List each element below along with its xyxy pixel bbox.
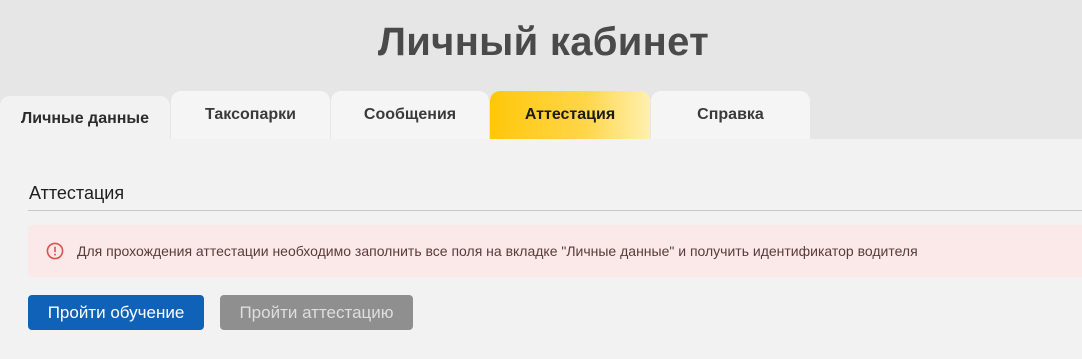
error-alert: Для прохождения аттестации необходимо за… [28,225,1082,277]
tab-taxi-parks[interactable]: Таксопарки [171,91,330,139]
tab-messages[interactable]: Сообщения [331,91,489,139]
tab-attestation[interactable]: Аттестация [490,91,650,139]
tab-label: Справка [697,106,764,123]
tab-label: Аттестация [524,106,616,123]
page-title: Личный кабинет [377,20,710,64]
section-divider [28,210,1082,211]
tab-label: Таксопарки [205,106,296,123]
error-circle-icon [46,242,64,260]
start-attestation-button[interactable]: Пройти аттестацию [220,295,413,330]
section-title: Аттестация [29,183,125,203]
tab-label: Личные данные [21,110,149,127]
tab-personal-data[interactable]: Личные данные [0,96,170,139]
tab-label: Сообщения [363,106,457,123]
page: Личный кабинет Личные данные Таксопарки … [0,0,1082,359]
tab-help[interactable]: Справка [651,91,810,139]
alert-message: Для прохождения аттестации необходимо за… [77,243,918,259]
tab-bar: Личные данные Таксопарки Сообщения Аттес… [0,91,1082,139]
tab-content-panel: Аттестация Для прохождения аттестации не… [0,139,1082,359]
start-training-button[interactable]: Пройти обучение [28,295,204,330]
